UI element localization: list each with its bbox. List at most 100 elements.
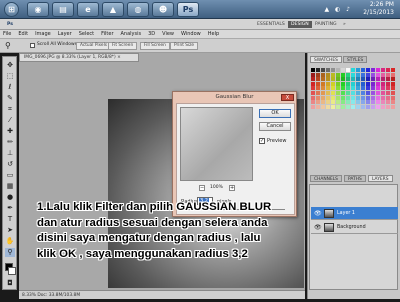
- swatch-chip[interactable]: [331, 68, 335, 72]
- swatch-chip[interactable]: [376, 81, 380, 86]
- swatch-chip[interactable]: [376, 68, 380, 72]
- swatch-chip[interactable]: [371, 77, 375, 82]
- swatch-chip[interactable]: [326, 68, 330, 72]
- swatch-chip[interactable]: [326, 95, 330, 100]
- swatch-chip[interactable]: [311, 91, 315, 95]
- swatch-chip[interactable]: [326, 100, 330, 105]
- swatch-chip[interactable]: [311, 100, 315, 105]
- menu-image[interactable]: Image: [35, 31, 51, 37]
- swatch-chip[interactable]: [341, 86, 345, 91]
- swatch-chip[interactable]: [391, 86, 395, 91]
- swatch-chip[interactable]: [366, 86, 370, 91]
- swatch-chip[interactable]: [351, 100, 355, 105]
- swatch-chip[interactable]: [351, 95, 355, 100]
- workspace-more[interactable]: »: [340, 21, 349, 28]
- swatch-chip[interactable]: [361, 100, 365, 105]
- healing-tool-icon[interactable]: ✚: [5, 127, 15, 136]
- swatch-chip[interactable]: [341, 100, 345, 105]
- swatch-chip[interactable]: [351, 68, 355, 72]
- menu-help[interactable]: Help: [208, 31, 219, 37]
- tab-swatches[interactable]: SWATCHES: [310, 56, 342, 63]
- swatch-chip[interactable]: [371, 95, 375, 100]
- swatch-chip[interactable]: [386, 81, 390, 86]
- swatch-chip[interactable]: [316, 104, 320, 109]
- workspace-essentials[interactable]: ESSENTIALS: [254, 21, 288, 28]
- swatch-chip[interactable]: [326, 86, 330, 91]
- swatch-chip[interactable]: [346, 91, 350, 95]
- swatch-chip[interactable]: [341, 72, 345, 77]
- swatch-chip[interactable]: [351, 72, 355, 77]
- swatch-chip[interactable]: [356, 72, 360, 77]
- swatch-chip[interactable]: [336, 81, 340, 86]
- system-tray[interactable]: ▲ ◐ ♪: [325, 6, 353, 13]
- visibility-eye-icon[interactable]: 👁: [314, 207, 322, 220]
- swatch-chip[interactable]: [391, 68, 395, 72]
- swatch-chip[interactable]: [356, 100, 360, 105]
- menu-file[interactable]: File: [3, 31, 11, 37]
- swatch-chip[interactable]: [351, 81, 355, 86]
- swatch-chip[interactable]: [366, 100, 370, 105]
- swatch-chip[interactable]: [311, 77, 315, 82]
- swatch-chip[interactable]: [321, 104, 325, 109]
- swatch-chip[interactable]: [371, 81, 375, 86]
- swatch-chip[interactable]: [371, 68, 375, 72]
- swatch-chip[interactable]: [331, 77, 335, 82]
- swatch-chip[interactable]: [346, 86, 350, 91]
- ok-button[interactable]: OK: [259, 109, 291, 118]
- swatch-chip[interactable]: [356, 68, 360, 72]
- swatch-chip[interactable]: [331, 95, 335, 100]
- swatch-chip[interactable]: [386, 77, 390, 82]
- firefox-icon[interactable]: ◍: [127, 2, 149, 17]
- swatch-chip[interactable]: [391, 91, 395, 95]
- swatch-chip[interactable]: [381, 95, 385, 100]
- swatch-chip[interactable]: [381, 100, 385, 105]
- swatch-chip[interactable]: [386, 91, 390, 95]
- preview-checkbox-group[interactable]: ✓ Preview: [259, 138, 286, 144]
- swatch-chip[interactable]: [341, 81, 345, 86]
- swatch-chip[interactable]: [361, 104, 365, 109]
- move-tool-icon[interactable]: ✥: [5, 61, 15, 70]
- swatch-chip[interactable]: [311, 95, 315, 100]
- swatch-chip[interactable]: [336, 95, 340, 100]
- swatch-chip[interactable]: [371, 86, 375, 91]
- lasso-tool-icon[interactable]: ℓ: [5, 83, 15, 92]
- menu-analysis[interactable]: Analysis: [121, 31, 142, 37]
- swatch-chip[interactable]: [341, 104, 345, 109]
- swatch-chip[interactable]: [326, 104, 330, 109]
- swatch-chip[interactable]: [336, 86, 340, 91]
- swatch-chip[interactable]: [321, 86, 325, 91]
- swatch-chip[interactable]: [386, 100, 390, 105]
- swatch-chip[interactable]: [331, 91, 335, 95]
- zoom-tool-icon[interactable]: ⚲: [5, 248, 15, 257]
- swatch-chip[interactable]: [361, 77, 365, 82]
- swatch-chip[interactable]: [371, 72, 375, 77]
- swatch-chip[interactable]: [346, 77, 350, 82]
- swatch-chip[interactable]: [321, 81, 325, 86]
- swatch-chip[interactable]: [386, 95, 390, 100]
- internet-explorer-icon[interactable]: e: [77, 2, 99, 17]
- eyedropper-tool-icon[interactable]: ⁄: [5, 116, 15, 125]
- menu-window[interactable]: Window: [181, 31, 201, 37]
- dodge-tool-icon[interactable]: ●: [5, 193, 15, 202]
- swatch-chip[interactable]: [376, 72, 380, 77]
- file-explorer-icon[interactable]: ▤: [52, 2, 74, 17]
- swatch-chip[interactable]: [381, 91, 385, 95]
- swatch-chip[interactable]: [336, 91, 340, 95]
- swatch-chip[interactable]: [391, 100, 395, 105]
- swatch-chip[interactable]: [376, 91, 380, 95]
- swatch-chip[interactable]: [386, 68, 390, 72]
- swatch-chip[interactable]: [336, 104, 340, 109]
- swatch-chip[interactable]: [371, 100, 375, 105]
- swatch-chip[interactable]: [316, 72, 320, 77]
- zoom-in-button[interactable]: +: [229, 185, 235, 191]
- swatch-chip[interactable]: [311, 72, 315, 77]
- brush-tool-icon[interactable]: ✏: [5, 138, 15, 147]
- swatch-chip[interactable]: [316, 68, 320, 72]
- swatch-chip[interactable]: [321, 68, 325, 72]
- swatch-chip[interactable]: [386, 86, 390, 91]
- swatch-chip[interactable]: [391, 95, 395, 100]
- swatch-chip[interactable]: [351, 91, 355, 95]
- swatch-chip[interactable]: [316, 86, 320, 91]
- workspace-design[interactable]: DESIGN: [288, 21, 312, 28]
- menu-view[interactable]: View: [162, 31, 174, 37]
